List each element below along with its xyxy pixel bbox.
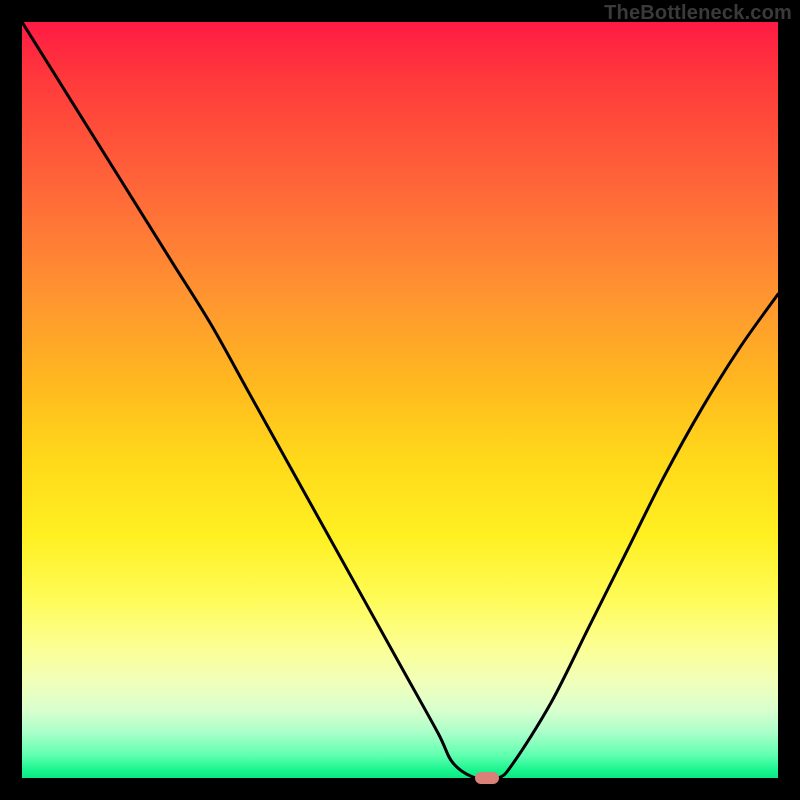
minimum-marker (475, 772, 499, 784)
plot-area (22, 22, 778, 778)
bottleneck-curve (22, 22, 778, 778)
watermark-text: TheBottleneck.com (604, 2, 792, 25)
chart-frame: TheBottleneck.com (0, 0, 800, 800)
